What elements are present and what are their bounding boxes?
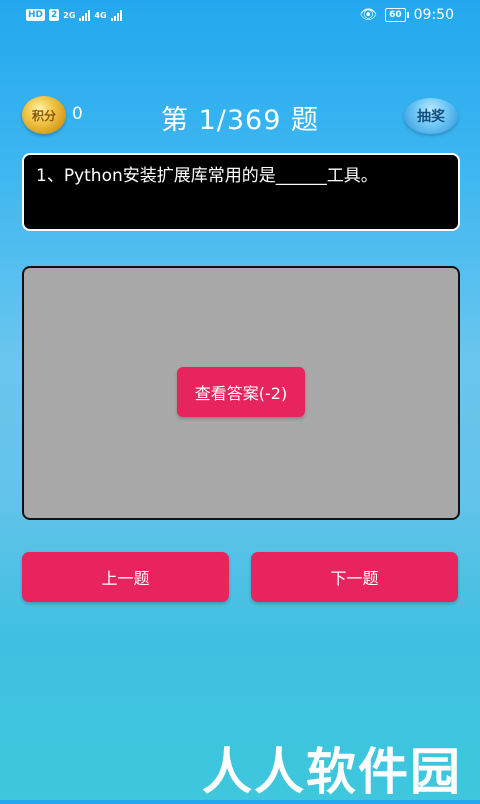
hd-badge: HD (26, 9, 46, 21)
sim-badge: 2 (49, 9, 60, 21)
battery-icon: 60 (385, 8, 409, 22)
status-left: HD 2 2G 4G (26, 9, 122, 21)
watermark: 人人软件园 (202, 743, 462, 801)
reveal-answer-button[interactable]: 查看答案(-2) (177, 367, 305, 417)
lottery-button[interactable]: 抽奖 (404, 98, 458, 134)
signal-icon-2 (110, 9, 122, 21)
previous-question-button[interactable]: 上一题 (22, 552, 229, 602)
status-right: 👁 60 09:50 (359, 7, 454, 23)
status-bar: HD 2 2G 4G 👁 60 09:50 (0, 0, 480, 32)
question-text: 1、Python安装扩展库常用的是______工具。 (36, 166, 378, 186)
question-card: 1、Python安装扩展库常用的是______工具。 (22, 153, 460, 231)
network-label-2: 4G (94, 10, 107, 20)
clock: 09:50 (413, 7, 454, 23)
next-question-button[interactable]: 下一题 (251, 552, 458, 602)
answer-panel: 查看答案(-2) (22, 266, 460, 520)
signal-icon (79, 9, 91, 21)
eye-icon: 👁 (359, 7, 378, 23)
network-label-1: 2G (63, 10, 76, 20)
